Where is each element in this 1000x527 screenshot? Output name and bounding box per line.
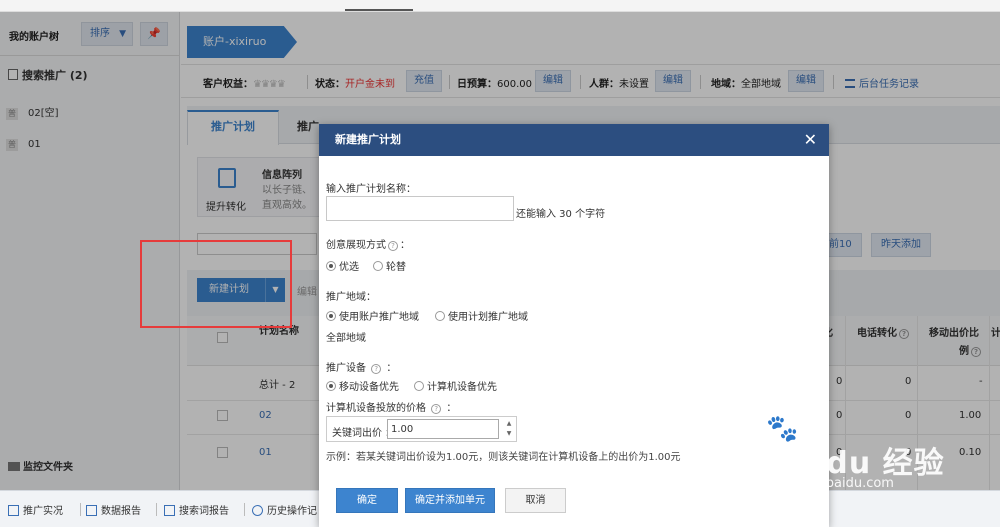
creative-option-rotate[interactable]: 轮替: [373, 258, 406, 273]
dialog-title: 新建推广计划: [335, 133, 401, 146]
search-term-report-link[interactable]: 搜索词报告: [164, 502, 229, 517]
radio-icon: [414, 381, 424, 391]
region-option-plan[interactable]: 使用计划推广地域: [435, 308, 528, 323]
new-plan-dialog: 新建推广计划 ✕ 输入推广计划名称： 还能输入 30 个字符 创意展现方式?： …: [319, 124, 829, 527]
clock-icon: [252, 505, 263, 516]
highlight-annotation: [140, 240, 292, 328]
region-option-account[interactable]: 使用账户推广地域: [326, 308, 419, 323]
radio-selected-icon: [326, 261, 336, 271]
help-icon: ?: [388, 241, 398, 251]
price-example: 示例：若某关键词出价设为1.00元，则该关键词在计算机设备上的出价为1.00元: [326, 452, 681, 463]
help-icon: ?: [431, 404, 442, 414]
watermark-url: jingyan.baidu.com: [774, 476, 894, 491]
device-option-mobile[interactable]: 移动设备优先: [326, 378, 399, 393]
plan-name-input[interactable]: [326, 196, 514, 221]
close-icon[interactable]: ✕: [804, 124, 817, 156]
radio-icon: [435, 311, 445, 321]
chart-icon: [86, 505, 97, 516]
price-prefix: 关键词出价 ×: [332, 428, 394, 439]
region-label: 推广地域：: [326, 292, 376, 303]
char-limit-hint: 还能输入 30 个字符: [516, 209, 606, 220]
search-icon: [164, 505, 175, 516]
radio-icon: [373, 261, 383, 271]
pc-price-label: 计算机设备投放的价格 ? ：: [326, 403, 457, 414]
divider: [80, 503, 81, 516]
price-multiplier-input[interactable]: [387, 419, 499, 439]
data-report-link[interactable]: 数据报告: [86, 502, 141, 517]
confirm-button[interactable]: 确定: [336, 488, 398, 513]
cancel-button[interactable]: 取消: [505, 488, 566, 513]
browser-top-strip: [0, 0, 1000, 12]
baidu-jingyan-watermark: 🐾 Baidu 经验 jingyan.baidu.com: [760, 408, 995, 493]
history-link[interactable]: 历史操作记: [252, 502, 317, 517]
help-icon: ?: [371, 364, 382, 374]
radio-selected-icon: [326, 381, 336, 391]
creative-mode-label: 创意展现方式?：: [326, 240, 410, 251]
price-multiplier-field: 关键词出价 × ▲▼: [326, 416, 517, 442]
live-report-link[interactable]: 推广实况: [8, 502, 63, 517]
plan-name-label: 输入推广计划名称：: [326, 184, 416, 195]
region-value: 全部地域: [326, 333, 366, 344]
divider: [244, 503, 245, 516]
stepper-arrows-icon[interactable]: ▲ ▼: [502, 419, 516, 439]
divider: [156, 503, 157, 516]
device-option-pc[interactable]: 计算机设备优先: [414, 378, 497, 393]
monitor-icon: [8, 505, 19, 516]
device-label: 推广设备 ? ：: [326, 363, 397, 374]
dialog-header: 新建推广计划 ✕: [319, 124, 829, 156]
scroll-indicator: [345, 9, 413, 11]
radio-selected-icon: [326, 311, 336, 321]
confirm-add-unit-button[interactable]: 确定并添加单元: [405, 488, 495, 513]
creative-option-preferred[interactable]: 优选: [326, 258, 359, 273]
